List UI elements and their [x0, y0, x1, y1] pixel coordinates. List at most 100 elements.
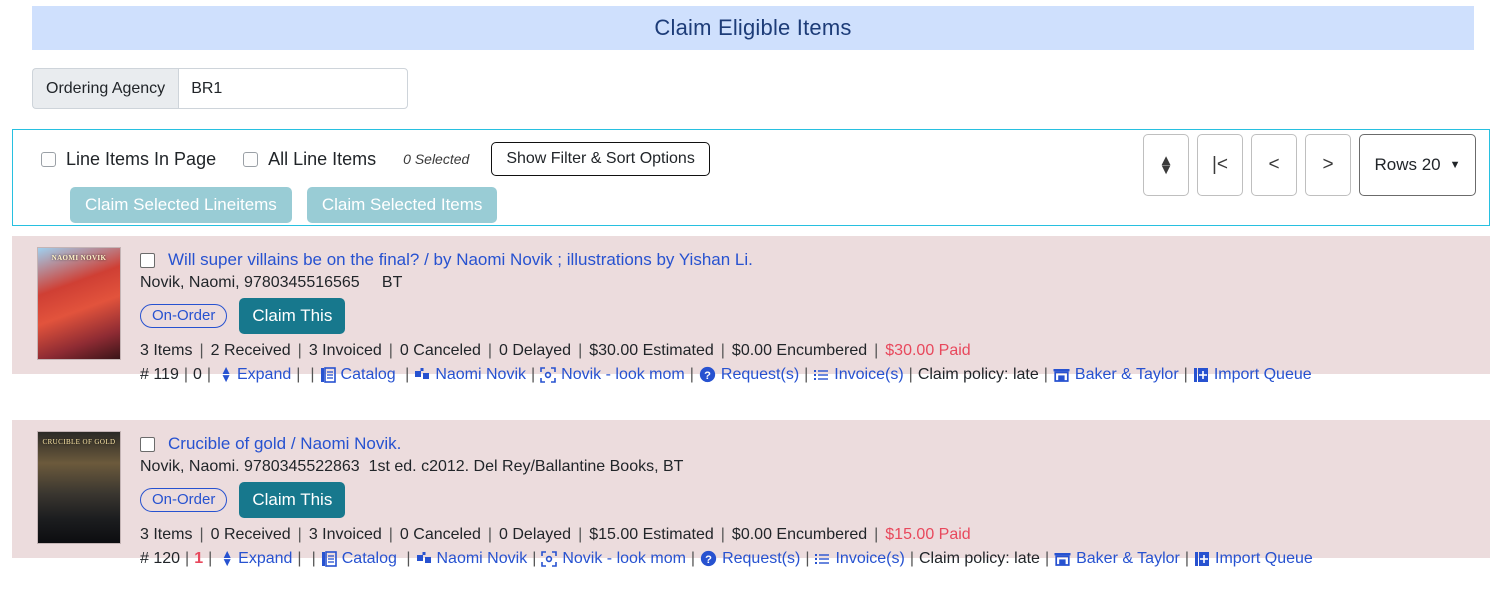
requests-link[interactable]: Request(s) [721, 366, 799, 384]
rows-per-page-label: Rows 20 [1374, 155, 1441, 174]
vendor-grid-icon [416, 551, 432, 567]
svg-text:?: ? [704, 370, 711, 382]
line-items-in-page-checkbox[interactable] [41, 151, 56, 167]
vendor-grid-icon [414, 367, 430, 383]
stat-delayed: 0 Delayed [499, 341, 572, 359]
requests-link[interactable]: Request(s) [722, 550, 800, 568]
plus-square-icon [1193, 367, 1209, 383]
lineitem-stats: 3 Items | 2 Received | 3 Invoiced | 0 Canceled… [140, 341, 971, 359]
stat-encumbered: $0.00 Encumbered [731, 341, 868, 359]
claim-eligible-items-page: Claim Eligible Items Ordering Agency BR1… [0, 0, 1502, 600]
claim-selected-items-button[interactable]: Claim Selected Items [306, 187, 498, 223]
stat-estimated: $30.00 Estimated [589, 341, 714, 359]
plus-square-icon [1194, 551, 1210, 567]
stat-invoiced: 3 Invoiced [308, 341, 382, 359]
toolbar-top-row: Line Items In Page All Line Items 0 Sele… [41, 142, 710, 176]
selection-list-link[interactable]: Novik - look mom [561, 366, 685, 384]
lineitem-select-checkbox[interactable] [140, 436, 155, 452]
stat-received: 0 Received [210, 525, 291, 543]
catalog-link[interactable]: Catalog [341, 366, 396, 384]
selection-toolbar: Line Items In Page All Line Items 0 Sele… [12, 129, 1490, 226]
lineitem-status-row: On-Order Claim This [140, 298, 1482, 334]
expand-link[interactable]: Expand [238, 550, 292, 568]
list-lines-icon [814, 551, 830, 567]
lineitem-details: Will super villains be on the final? / b… [140, 236, 1482, 384]
book-cover-title-text: NAOMI NOVIK [51, 254, 107, 262]
ordering-agency-group: Ordering Agency BR1 [32, 68, 409, 109]
lineitem-status-row: On-Order Claim This [140, 482, 1482, 518]
chevron-right-icon: > [1322, 154, 1334, 175]
catalog-icon [321, 550, 337, 567]
bracket-target-icon [540, 366, 556, 383]
expand-caret-icon: ▲ ▼ [220, 363, 232, 385]
first-page-button[interactable]: |< [1197, 134, 1243, 196]
ordering-agency-value[interactable]: BR1 [178, 68, 409, 109]
lineitem-title-link[interactable]: Crucible of gold / Naomi Novik. [168, 434, 401, 454]
previous-page-button[interactable]: < [1251, 134, 1297, 196]
expand-link[interactable]: Expand [237, 366, 291, 384]
rows-per-page-dropdown[interactable]: Rows 20 ▼ [1359, 134, 1476, 196]
pagination-controls: ▲ ▼ |< < > Rows 20 ▼ [1143, 134, 1476, 196]
lineitem-subtitle: Novik, Naomi. 9780345522863 1st ed. c201… [140, 458, 684, 475]
question-circle-icon: ? [700, 550, 717, 567]
invoices-link[interactable]: Invoice(s) [835, 550, 904, 568]
stat-invoiced: 3 Invoiced [308, 525, 382, 543]
book-cover-thumbnail: NAOMI NOVIK [37, 247, 121, 360]
all-line-items-label: All Line Items [268, 148, 377, 169]
lineitem-select-checkbox[interactable] [140, 252, 155, 268]
stat-received: 2 Received [210, 341, 291, 359]
catalog-icon [320, 366, 336, 383]
lineitem-title-link[interactable]: Will super villains be on the final? / b… [168, 250, 753, 270]
stat-delayed: 0 Delayed [499, 525, 572, 543]
ordering-agency-label: Ordering Agency [32, 68, 179, 109]
page-title: Claim Eligible Items [32, 6, 1474, 50]
lineitem-count-badge: 1 [194, 549, 204, 567]
show-filter-sort-options-button[interactable]: Show Filter & Sort Options [491, 142, 710, 176]
bracket-target-icon [541, 550, 558, 567]
chevron-down-icon: ▼ [1449, 159, 1461, 171]
lineitem-subtitle: Novik, Naomi, 9780345516565 BT [140, 274, 403, 291]
provider-link[interactable]: Baker & Taylor [1076, 550, 1180, 568]
lineitem-links-row: # 119 | 0 | ▲ ▼ Expand | | Catalog | Naomi No… [140, 363, 1312, 385]
stat-paid: $30.00 Paid [885, 341, 971, 359]
lineitem-row: NAOMI NOVIK Will super villains be on th… [12, 236, 1490, 384]
store-icon [1053, 367, 1070, 383]
svg-text:?: ? [705, 554, 712, 566]
selection-list-link[interactable]: Novik - look mom [562, 550, 686, 568]
toolbar-action-row: Claim Selected Lineitems Claim Selected … [70, 187, 498, 223]
list-lines-icon [813, 367, 829, 383]
chevron-left-icon: < [1268, 154, 1280, 175]
sort-toggle-button[interactable]: ▲ ▼ [1143, 134, 1189, 196]
first-page-icon: |< [1211, 154, 1229, 175]
status-badge: On-Order [140, 303, 228, 329]
claim-policy-text: Claim policy: late [917, 365, 1039, 383]
lineitem-title-row: Will super villains be on the final? / b… [140, 236, 1482, 270]
lineitem-links-row: # 120 | 1 | ▲ ▼ Expand | | Catalog | Naomi No… [140, 547, 1313, 569]
invoices-link[interactable]: Invoice(s) [834, 366, 903, 384]
lineitem-number: # 119 [140, 365, 179, 383]
lineitem-count-badge: 0 [193, 365, 202, 383]
vendor-link[interactable]: Naomi Novik [435, 366, 526, 384]
up-down-arrows-icon: ▲ ▼ [1158, 151, 1174, 178]
page-title-text: Claim Eligible Items [654, 15, 852, 40]
stat-items: 3 Items [140, 525, 193, 543]
stat-paid: $15.00 Paid [885, 525, 971, 543]
claim-selected-lineitems-button[interactable]: Claim Selected Lineitems [70, 187, 292, 223]
next-page-button[interactable]: > [1305, 134, 1351, 196]
stat-estimated: $15.00 Estimated [589, 525, 714, 543]
lineitem-title-row: Crucible of gold / Naomi Novik. [140, 420, 1482, 454]
expand-caret-icon: ▲ ▼ [221, 547, 234, 569]
question-circle-icon: ? [699, 366, 716, 383]
import-queue-link[interactable]: Import Queue [1215, 550, 1313, 568]
line-items-in-page-label: Line Items In Page [66, 148, 217, 169]
import-queue-link[interactable]: Import Queue [1214, 366, 1312, 384]
provider-link[interactable]: Baker & Taylor [1075, 366, 1179, 384]
selected-count: 0 Selected [403, 151, 470, 167]
stat-items: 3 Items [140, 341, 193, 359]
claim-this-button[interactable]: Claim This [239, 298, 346, 334]
vendor-link[interactable]: Naomi Novik [437, 550, 528, 568]
status-badge: On-Order [140, 487, 228, 513]
all-line-items-checkbox[interactable] [243, 151, 259, 167]
catalog-link[interactable]: Catalog [342, 550, 397, 568]
claim-this-button[interactable]: Claim This [239, 482, 346, 518]
